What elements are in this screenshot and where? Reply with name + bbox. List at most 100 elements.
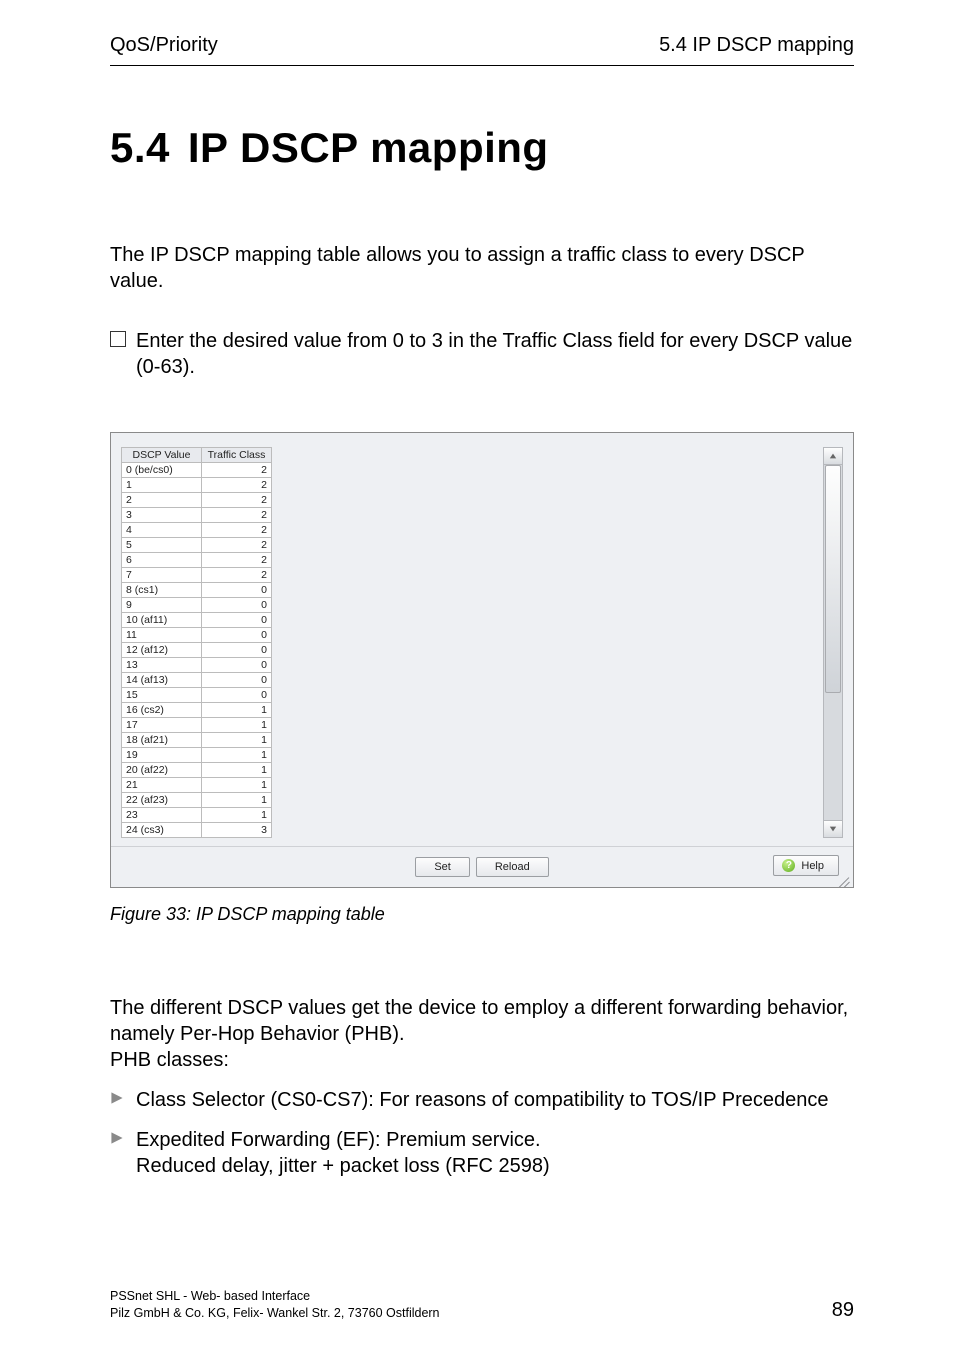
cell-traffic-class[interactable]: 1 [202,748,272,763]
cell-dscp: 13 [122,658,202,673]
cell-traffic-class[interactable]: 2 [202,493,272,508]
footer-line1: PSSnet SHL - Web- based Interface [110,1288,440,1305]
cell-traffic-class[interactable]: 1 [202,763,272,778]
cell-dscp: 5 [122,538,202,553]
cell-traffic-class[interactable]: 2 [202,478,272,493]
cell-traffic-class[interactable]: 2 [202,538,272,553]
cell-traffic-class[interactable]: 3 [202,823,272,838]
cell-dscp: 0 (be/cs0) [122,463,202,478]
cell-traffic-class[interactable]: 0 [202,583,272,598]
col-header-dscp[interactable]: DSCP Value [122,448,202,463]
cell-dscp: 18 (af21) [122,733,202,748]
cell-dscp: 3 [122,508,202,523]
arrow-icon [110,1127,124,1179]
task-checkbox-icon [110,331,126,347]
cell-dscp: 12 (af12) [122,643,202,658]
cell-traffic-class[interactable]: 0 [202,658,272,673]
table-row[interactable]: 0 (be/cs0)2 [122,463,272,478]
table-row[interactable]: 20 (af22)1 [122,763,272,778]
table-row[interactable]: 16 (cs2)1 [122,703,272,718]
table-row[interactable]: 191 [122,748,272,763]
task-item: Enter the desired value from 0 to 3 in t… [110,328,854,380]
cell-dscp: 16 (cs2) [122,703,202,718]
phb-intro: The different DSCP values get the device… [110,995,854,1073]
table-row[interactable]: 150 [122,688,272,703]
intro-text: The IP DSCP mapping table allows you to … [110,242,854,294]
table-row[interactable]: 14 (af13)0 [122,673,272,688]
header-rule [110,65,854,66]
table-row[interactable]: 211 [122,778,272,793]
cell-dscp: 7 [122,568,202,583]
cell-traffic-class[interactable]: 2 [202,523,272,538]
table-row[interactable]: 52 [122,538,272,553]
list-item: Class Selector (CS0-CS7): For reasons of… [110,1087,854,1113]
table-row[interactable]: 24 (cs3)3 [122,823,272,838]
table-row[interactable]: 18 (af21)1 [122,733,272,748]
scroll-down-icon[interactable] [824,820,842,837]
help-label: Help [801,860,824,872]
cell-dscp: 2 [122,493,202,508]
cell-traffic-class[interactable]: 1 [202,703,272,718]
cell-dscp: 8 (cs1) [122,583,202,598]
arrow-icon [110,1087,124,1113]
resize-grip-icon[interactable] [837,877,851,887]
cell-traffic-class[interactable]: 1 [202,808,272,823]
cell-traffic-class[interactable]: 1 [202,778,272,793]
cell-dscp: 23 [122,808,202,823]
cell-traffic-class[interactable]: 2 [202,508,272,523]
table-row[interactable]: 10 (af11)0 [122,613,272,628]
task-text: Enter the desired value from 0 to 3 in t… [136,328,854,380]
cell-traffic-class[interactable]: 1 [202,718,272,733]
cell-dscp: 9 [122,598,202,613]
cell-traffic-class[interactable]: 0 [202,688,272,703]
cell-traffic-class[interactable]: 1 [202,733,272,748]
cell-dscp: 15 [122,688,202,703]
scroll-thumb[interactable] [825,465,841,693]
table-row[interactable]: 90 [122,598,272,613]
footer-meta: PSSnet SHL - Web- based Interface Pilz G… [110,1288,440,1322]
footer-line2: Pilz GmbH & Co. KG, Felix- Wankel Str. 2… [110,1305,440,1322]
table-row[interactable]: 72 [122,568,272,583]
cell-traffic-class[interactable]: 0 [202,673,272,688]
set-button[interactable]: Set [415,857,470,877]
cell-traffic-class[interactable]: 0 [202,598,272,613]
table-row[interactable]: 12 (af12)0 [122,643,272,658]
cell-traffic-class[interactable]: 0 [202,613,272,628]
vertical-scrollbar[interactable] [823,447,843,838]
header-left: QoS/Priority [110,34,218,57]
cell-dscp: 14 (af13) [122,673,202,688]
cell-traffic-class[interactable]: 2 [202,463,272,478]
cell-traffic-class[interactable]: 2 [202,553,272,568]
list-item-text: Class Selector (CS0-CS7): For reasons of… [136,1087,829,1113]
cell-traffic-class[interactable]: 0 [202,643,272,658]
section-number: 5.4 [110,124,170,171]
table-row[interactable]: 32 [122,508,272,523]
cell-dscp: 20 (af22) [122,763,202,778]
table-row[interactable]: 8 (cs1)0 [122,583,272,598]
cell-dscp: 6 [122,553,202,568]
section-name: IP DSCP mapping [188,124,549,171]
table-row[interactable]: 12 [122,478,272,493]
cell-dscp: 11 [122,628,202,643]
dscp-table: DSCP Value Traffic Class 0 (be/cs0)21222… [121,447,272,838]
section-title: 5.4 IP DSCP mapping [110,124,954,172]
table-row[interactable]: 22 (af23)1 [122,793,272,808]
table-row[interactable]: 22 [122,493,272,508]
table-row[interactable]: 231 [122,808,272,823]
help-icon: ? [782,859,795,872]
help-button[interactable]: ? Help [773,855,839,876]
table-row[interactable]: 130 [122,658,272,673]
reload-button[interactable]: Reload [476,857,549,877]
table-row[interactable]: 42 [122,523,272,538]
table-row[interactable]: 62 [122,553,272,568]
table-row[interactable]: 110 [122,628,272,643]
cell-traffic-class[interactable]: 0 [202,628,272,643]
table-row[interactable]: 171 [122,718,272,733]
col-header-traffic-class[interactable]: Traffic Class [202,448,272,463]
cell-traffic-class[interactable]: 1 [202,793,272,808]
cell-dscp: 10 (af11) [122,613,202,628]
cell-traffic-class[interactable]: 2 [202,568,272,583]
cell-dscp: 24 (cs3) [122,823,202,838]
scroll-up-icon[interactable] [824,448,842,465]
cell-dscp: 19 [122,748,202,763]
